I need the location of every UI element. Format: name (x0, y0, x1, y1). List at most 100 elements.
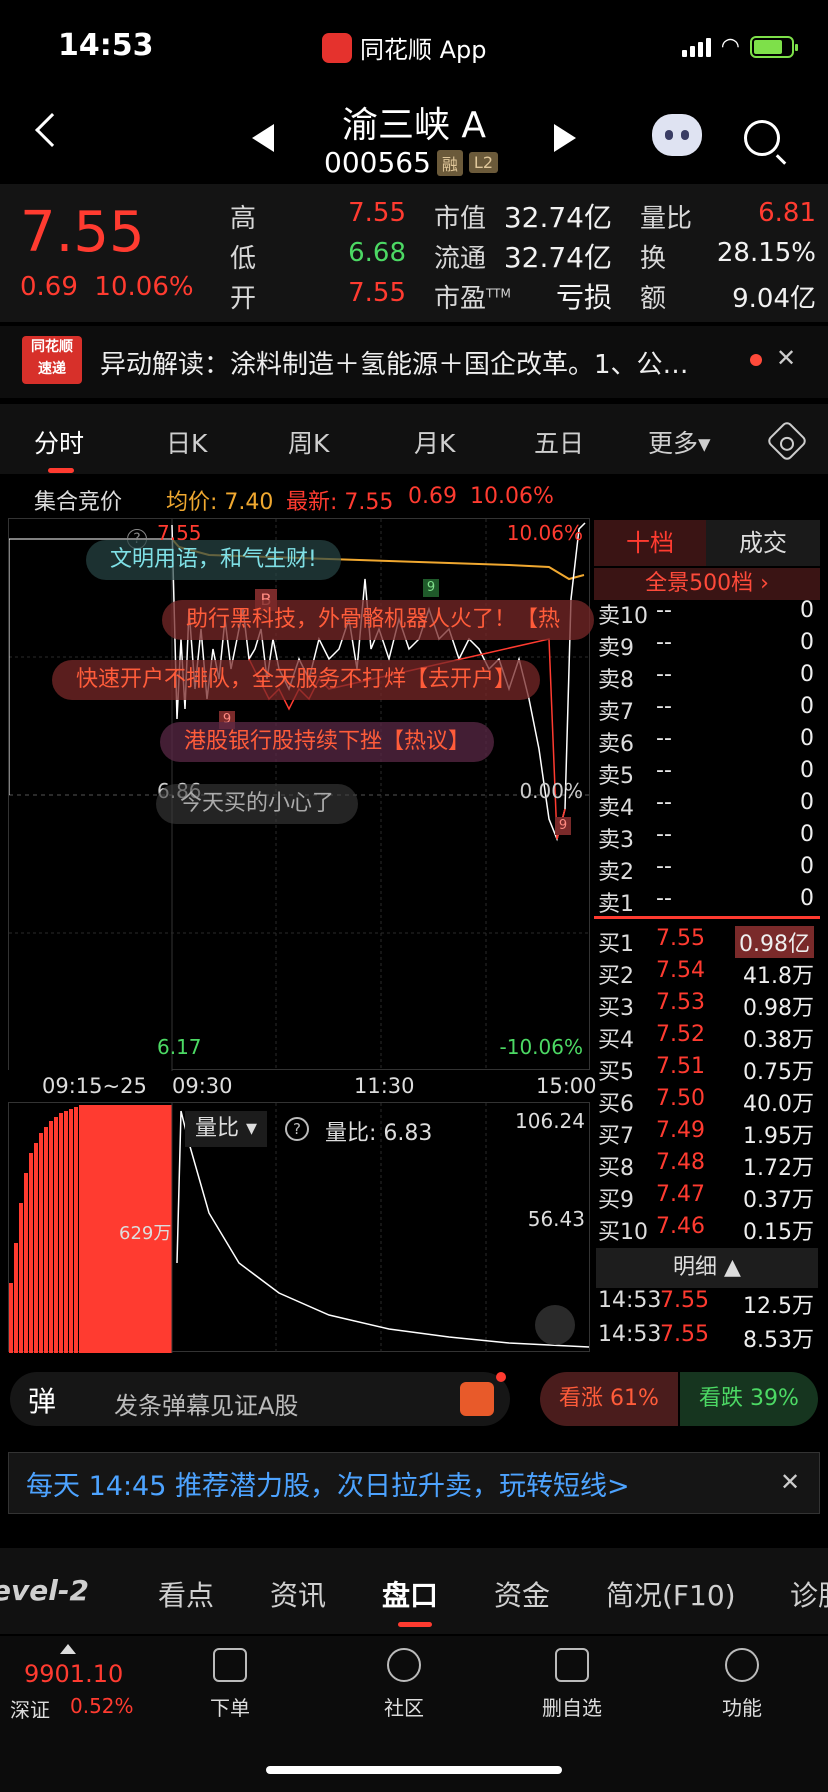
volume-ratio-chart[interactable]: 量比 ▾ ? 量比: 6.83 106.24 56.43 629万 (8, 1102, 590, 1353)
tab-profile[interactable]: 简况(F10) (606, 1574, 736, 1614)
home-indicator[interactable] (266, 1766, 562, 1774)
bid-row[interactable]: 买2 7.54 41.8万 (594, 958, 820, 990)
ask-row[interactable]: 卖6 -- 0 (594, 726, 820, 758)
danmu-bubble[interactable]: 港股银行股持续下挫【热议】 (160, 722, 495, 762)
ask-row[interactable]: 卖3 -- 0 (594, 822, 820, 854)
turnover-label: 换 (640, 244, 667, 274)
status-app-name: 同花顺 App (322, 30, 487, 65)
index-pct[interactable]: 0.52% (70, 1694, 134, 1718)
ask-label: 卖4 (598, 796, 634, 821)
bid-vol: 0.15万 (743, 1220, 814, 1245)
margin-tag: 融 (436, 149, 463, 176)
search-icon[interactable] (744, 120, 780, 156)
promo-text[interactable]: 每天 14:45 推荐潜力股，次日拉升卖，玩转短线> (26, 1464, 630, 1503)
bid-row[interactable]: 买10 7.46 0.15万 (594, 1214, 820, 1246)
index-name[interactable]: 深证 (10, 1694, 50, 1723)
order-icon[interactable] (213, 1648, 247, 1682)
tab-orderbook[interactable]: 盘口 (382, 1574, 438, 1614)
ask-row[interactable]: 卖8 -- 0 (594, 662, 820, 694)
bid-row[interactable]: 买1 7.55 0.98亿 (594, 926, 820, 958)
bid-row[interactable]: 买8 7.48 1.72万 (594, 1150, 820, 1182)
ask-row[interactable]: 卖9 -- 0 (594, 630, 820, 662)
ask-row[interactable]: 卖4 -- 0 (594, 790, 820, 822)
indicator-help-icon[interactable]: ? (285, 1117, 309, 1141)
bearish-button[interactable]: 看跌 39% (680, 1372, 818, 1426)
danmu-bubble[interactable]: 今天买的小心了 (156, 784, 359, 824)
tab-monthly-k[interactable]: 月K (414, 424, 455, 460)
full-depth-button[interactable]: 全景500档 › (594, 568, 820, 600)
ai-robot-icon[interactable] (652, 114, 702, 156)
bid-price: 7.53 (656, 990, 705, 1015)
danmu-placeholder[interactable]: 发条弹幕见证A股 (114, 1386, 298, 1421)
stock-name: 渝三峡 A (341, 105, 487, 146)
trade-detail-header[interactable]: 明细 ▲ (596, 1248, 818, 1288)
change-value: 0.69 (20, 272, 78, 302)
bid-vol: 40.0万 (743, 1092, 814, 1117)
tab-five-day[interactable]: 五日 (534, 424, 584, 460)
ask-row[interactable]: 卖1 -- 0 (594, 886, 820, 918)
bid-price: 7.51 (656, 1054, 705, 1079)
mktcap-label: 市值 (434, 204, 487, 234)
ask-label: 卖5 (598, 764, 634, 789)
tab-capital[interactable]: 资金 (494, 1574, 550, 1614)
ask-vol: 0 (800, 630, 814, 655)
danmu-bubble[interactable]: 快速开户不排队，全天服务不打烊【去开户】 (52, 660, 541, 700)
danmu-icon[interactable]: 弹 (28, 1380, 56, 1420)
nav-remove-watchlist[interactable]: 删自选 (512, 1692, 632, 1721)
community-icon[interactable] (387, 1648, 421, 1682)
x-label-open: 09:30 (172, 1074, 233, 1098)
ask-row[interactable]: 卖2 -- 0 (594, 854, 820, 886)
danmu-bubble[interactable]: 助行黑科技，外骨骼机器人火了！【热 (162, 600, 594, 640)
next-stock-icon[interactable] (554, 124, 576, 152)
high-label: 高 (230, 204, 257, 234)
bid-row[interactable]: 买9 7.47 0.37万 (594, 1182, 820, 1214)
bid-row[interactable]: 买7 7.49 1.95万 (594, 1118, 820, 1150)
latest-price: 最新: 7.55 (286, 490, 394, 515)
high-value: 7.55 (348, 198, 406, 228)
index-value[interactable]: 9901.10 (24, 1660, 123, 1688)
float-value: 32.74亿 (503, 241, 612, 274)
bid-vol: 0.37万 (743, 1188, 814, 1213)
promo-close-icon[interactable]: ✕ (780, 1468, 800, 1496)
ask-vol: 0 (800, 822, 814, 847)
y-bot-price: 6.17 (157, 1035, 202, 1059)
tab-trades[interactable]: 成交 (706, 520, 820, 566)
fullscreen-icon[interactable] (535, 1305, 575, 1345)
ask-row[interactable]: 卖10 -- 0 (594, 598, 820, 630)
tab-highlights[interactable]: 看点 (158, 1574, 214, 1614)
ask-price: -- (656, 854, 672, 879)
pe-label-text: 市盈 (434, 284, 487, 314)
tab-more[interactable]: 更多▾ (648, 424, 711, 460)
nav-community[interactable]: 社区 (344, 1692, 464, 1721)
ask-price: -- (656, 630, 672, 655)
bid-row[interactable]: 买6 7.50 40.0万 (594, 1086, 820, 1118)
nav-order[interactable]: 下单 (170, 1692, 290, 1721)
news-text[interactable]: 异动解读：涂料制造＋氢能源＋国企改革。1、公… (100, 344, 689, 381)
bid-row[interactable]: 买5 7.51 0.75万 (594, 1054, 820, 1086)
danmu-bubble[interactable]: 文明用语，和气生财! (86, 540, 341, 580)
change-pct: 10.06% (94, 272, 194, 302)
bid-label: 买9 (598, 1188, 634, 1213)
bid-price: 7.54 (656, 958, 705, 983)
tab-diagnosis[interactable]: 诊股 (790, 1574, 828, 1614)
bid-label: 买4 (598, 1028, 634, 1053)
bid-vol: 41.8万 (743, 964, 814, 989)
tab-daily-k[interactable]: 日K (166, 424, 207, 460)
tab-weekly-k[interactable]: 周K (288, 424, 329, 460)
nav-functions[interactable]: 功能 (682, 1692, 802, 1721)
ask-row[interactable]: 卖5 -- 0 (594, 758, 820, 790)
bid-row[interactable]: 买3 7.53 0.98万 (594, 990, 820, 1022)
tab-intraday[interactable]: 分时 (34, 424, 84, 460)
tab-ten-levels[interactable]: 十档 (594, 520, 706, 566)
remove-watchlist-icon[interactable] (555, 1648, 589, 1682)
news-close-icon[interactable]: ✕ (776, 344, 796, 372)
tab-news[interactable]: 资讯 (270, 1574, 326, 1614)
ask-row[interactable]: 卖7 -- 0 (594, 694, 820, 726)
indicator-selector[interactable]: 量比 ▾ (185, 1111, 268, 1147)
menu-icon[interactable] (725, 1648, 759, 1682)
gift-icon[interactable] (460, 1382, 494, 1416)
tab-level2[interactable]: evel-2 (0, 1574, 89, 1607)
bullish-button[interactable]: 看涨 61% (540, 1372, 678, 1426)
gift-dot (496, 1372, 506, 1382)
bid-row[interactable]: 买4 7.52 0.38万 (594, 1022, 820, 1054)
